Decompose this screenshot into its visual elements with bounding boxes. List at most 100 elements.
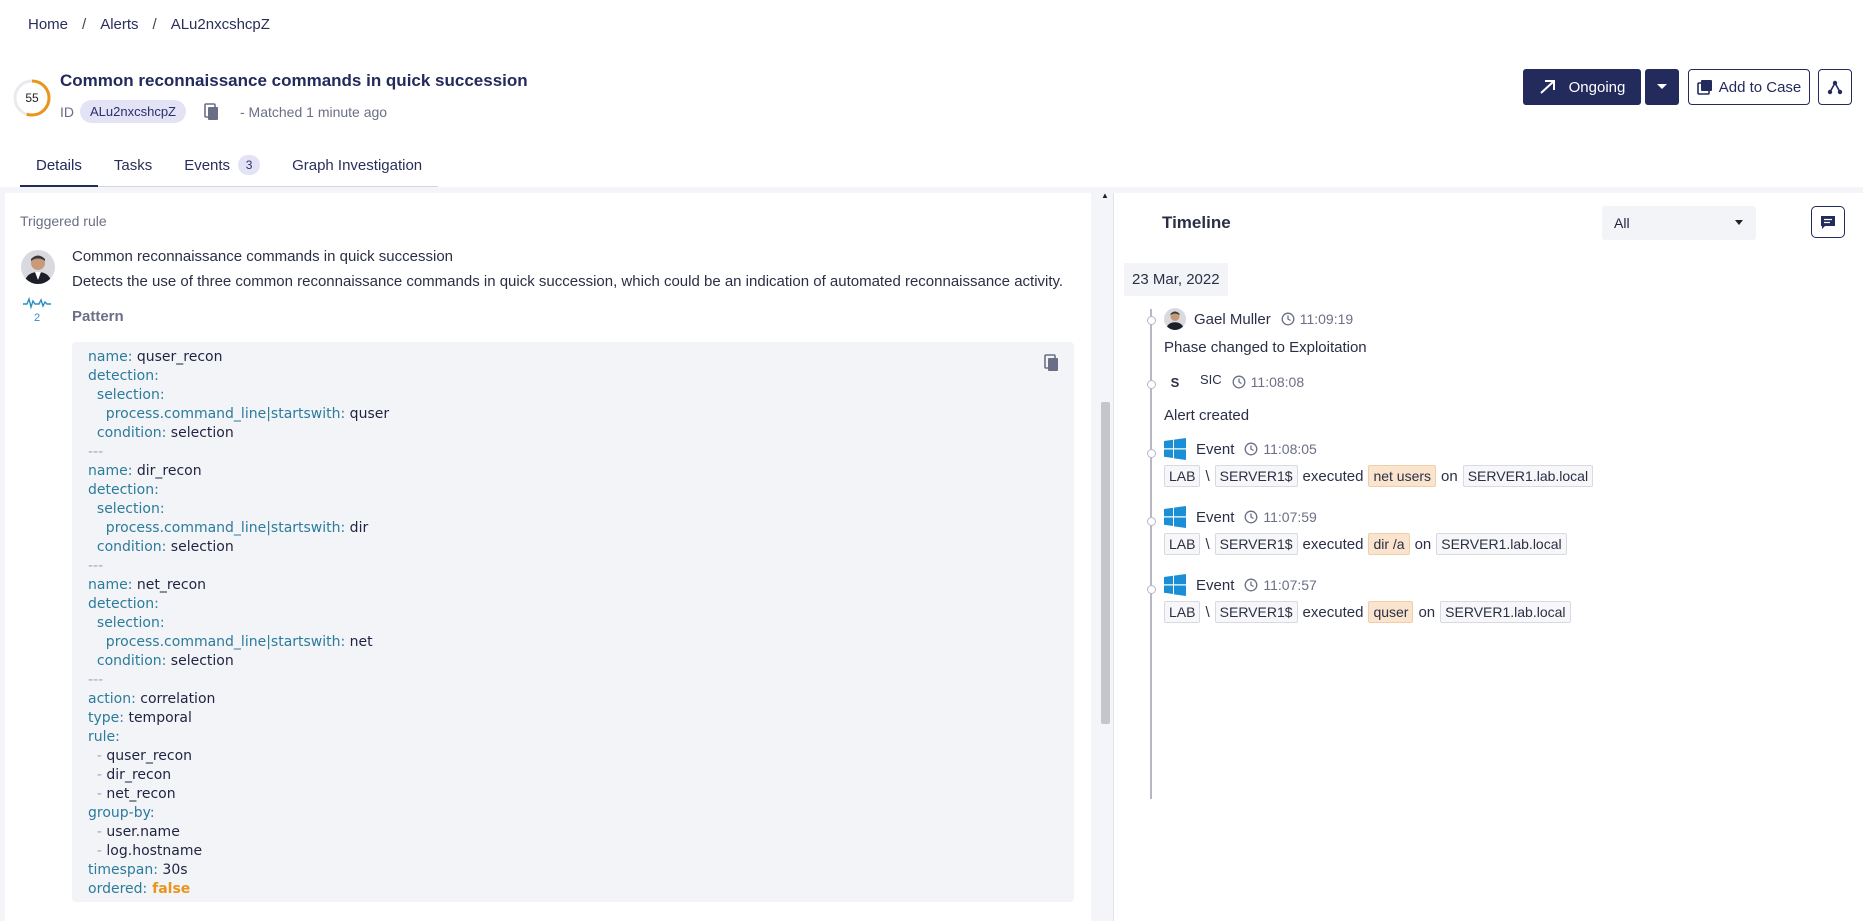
event-summary: LAB \ SERVER1$ executed quser on SERVER1.lab.l… bbox=[1164, 601, 1571, 623]
code-token: --- bbox=[88, 444, 104, 460]
event-separator: \ bbox=[1205, 467, 1210, 485]
rule-activity-count: 2 bbox=[34, 312, 40, 324]
events-count-badge: 3 bbox=[238, 155, 261, 175]
copy-icon[interactable] bbox=[1044, 354, 1060, 372]
code-line: detection: bbox=[88, 481, 1058, 500]
pattern-label: Pattern bbox=[72, 308, 124, 325]
event-label: Event bbox=[1196, 440, 1235, 458]
code-token: name: bbox=[88, 463, 133, 479]
timeline-node bbox=[1147, 517, 1156, 526]
ongoing-status-button[interactable]: Ongoing bbox=[1523, 69, 1641, 105]
event-domain[interactable]: LAB bbox=[1164, 601, 1201, 623]
urgency-score: 55 bbox=[25, 91, 39, 105]
code-token: selection: bbox=[88, 501, 165, 517]
code-line: - net_recon bbox=[88, 785, 1058, 804]
code-token: group-by: bbox=[88, 805, 155, 821]
breadcrumb-home[interactable]: Home bbox=[28, 16, 68, 33]
windows-icon bbox=[1164, 438, 1186, 460]
matched-time: - Matched 1 minute ago bbox=[240, 103, 388, 120]
event-user[interactable]: SERVER1$ bbox=[1214, 601, 1298, 623]
id-label: ID bbox=[60, 103, 74, 120]
code-line: name: net_recon bbox=[88, 576, 1058, 595]
code-token: condition: bbox=[88, 653, 167, 669]
breadcrumb: Home / Alerts / ALu2nxcshcpZ bbox=[28, 16, 270, 33]
code-token: selection: bbox=[88, 387, 165, 403]
event-domain[interactable]: LAB bbox=[1164, 465, 1201, 487]
code-token: type: bbox=[88, 710, 124, 726]
event-host[interactable]: SERVER1.lab.local bbox=[1462, 465, 1594, 487]
tab-tasks[interactable]: Tasks bbox=[98, 157, 168, 187]
breadcrumb-current: ALu2nxcshcpZ bbox=[170, 16, 270, 33]
timeline-node bbox=[1147, 449, 1156, 458]
code-line: - dir_recon bbox=[88, 766, 1058, 785]
tab-details[interactable]: Details bbox=[20, 157, 98, 187]
event-host[interactable]: SERVER1.lab.local bbox=[1440, 601, 1571, 623]
code-line: - quser_recon bbox=[88, 747, 1058, 766]
event-domain[interactable]: LAB bbox=[1164, 533, 1201, 555]
entry-text: Alert created bbox=[1164, 407, 1250, 424]
scroll-up-icon[interactable]: ▲ bbox=[1101, 191, 1109, 200]
code-line: process.command_line|startswith: dir bbox=[88, 519, 1058, 538]
code-line: condition: selection bbox=[88, 652, 1058, 671]
details-scrollbar-thumb[interactable] bbox=[1101, 402, 1110, 724]
event-host[interactable]: SERVER1.lab.local bbox=[1436, 533, 1567, 555]
status-dropdown-button[interactable] bbox=[1645, 69, 1679, 105]
windows-icon bbox=[1164, 506, 1186, 528]
add-to-case-button[interactable]: Add to Case bbox=[1688, 69, 1810, 105]
code-token: false bbox=[147, 881, 191, 897]
copy-icon[interactable] bbox=[204, 102, 220, 121]
timeline-entry-header: Event 11:07:59 bbox=[1164, 506, 1317, 528]
code-line: process.command_line|startswith: quser bbox=[88, 405, 1058, 424]
code-line: name: dir_recon bbox=[88, 462, 1058, 481]
code-line: selection: bbox=[88, 500, 1058, 519]
code-token: temporal bbox=[124, 710, 192, 726]
arrow-up-right-icon bbox=[1539, 80, 1555, 94]
add-comment-button[interactable] bbox=[1811, 206, 1845, 238]
code-token: - bbox=[88, 843, 107, 859]
entry-time: 11:08:05 bbox=[1244, 441, 1317, 457]
header: Home / Alerts / ALu2nxcshcpZ 55 Common r… bbox=[0, 0, 1863, 187]
rule-description: Detects the use of three common reconnai… bbox=[72, 273, 1064, 290]
breadcrumb-separator: / bbox=[152, 16, 157, 33]
event-user[interactable]: SERVER1$ bbox=[1214, 465, 1298, 487]
event-command[interactable]: net users bbox=[1368, 465, 1437, 487]
code-token: condition: bbox=[88, 539, 167, 555]
pattern-code-block[interactable]: name: quser_recon detection: selection: p… bbox=[72, 342, 1074, 902]
timeline-filter-value: All bbox=[1614, 215, 1630, 231]
code-line: detection: bbox=[88, 595, 1058, 614]
code-token: dir bbox=[345, 520, 369, 536]
code-token: log.hostname bbox=[106, 843, 203, 859]
event-on: on bbox=[1441, 467, 1458, 485]
event-command[interactable]: quser bbox=[1368, 601, 1414, 623]
clock-icon bbox=[1244, 442, 1258, 456]
event-command[interactable]: dir /a bbox=[1368, 533, 1410, 555]
timeline-filter-select[interactable]: All bbox=[1602, 206, 1756, 240]
tab-events[interactable]: Events 3 bbox=[168, 155, 276, 187]
breadcrumb-alerts[interactable]: Alerts bbox=[100, 16, 138, 33]
code-token: process.command_line|startswith: bbox=[88, 634, 346, 650]
caret-down-icon bbox=[1735, 220, 1743, 225]
graph-button[interactable] bbox=[1818, 69, 1852, 105]
code-line: condition: selection bbox=[88, 424, 1058, 443]
rule-name: Common reconnaissance commands in quick … bbox=[72, 248, 454, 265]
clock-icon bbox=[1281, 312, 1295, 326]
code-line: name: quser_recon bbox=[88, 348, 1058, 367]
event-verb: executed bbox=[1302, 535, 1364, 553]
alert-id-chip: ALu2nxcshcpZ bbox=[80, 100, 186, 123]
entry-time-text: 11:07:59 bbox=[1263, 509, 1317, 525]
event-verb: executed bbox=[1302, 603, 1364, 621]
code-token: ordered: bbox=[88, 881, 148, 897]
code-token: name: bbox=[88, 577, 133, 593]
timeline-node bbox=[1147, 316, 1156, 325]
code-token: dir_recon bbox=[132, 463, 202, 479]
timeline-node bbox=[1147, 380, 1156, 389]
tab-label: Events bbox=[184, 157, 231, 174]
code-token: process.command_line|startswith: bbox=[88, 406, 346, 422]
tab-graph-investigation[interactable]: Graph Investigation bbox=[276, 157, 438, 187]
code-token: dir_recon bbox=[106, 767, 172, 783]
event-user[interactable]: SERVER1$ bbox=[1214, 533, 1298, 555]
code-line: --- bbox=[88, 557, 1058, 576]
code-line: process.command_line|startswith: net bbox=[88, 633, 1058, 652]
code-token: net_recon bbox=[132, 577, 207, 593]
entry-text: Phase changed to Exploitation bbox=[1164, 339, 1367, 356]
